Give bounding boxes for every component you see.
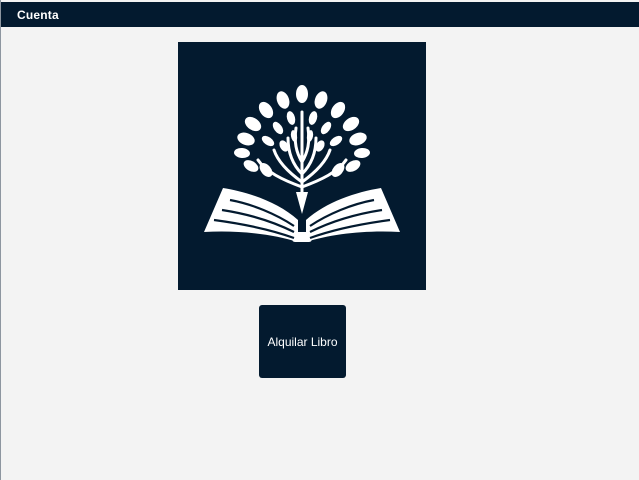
title-bar: Cuenta [1,2,639,27]
window-title: Cuenta [17,7,59,22]
library-logo [178,42,426,290]
tree-book-icon [204,85,400,242]
app-window: Cuenta Alquilar Libro [0,0,639,480]
rent-book-button[interactable]: Alquilar Libro [259,305,346,378]
